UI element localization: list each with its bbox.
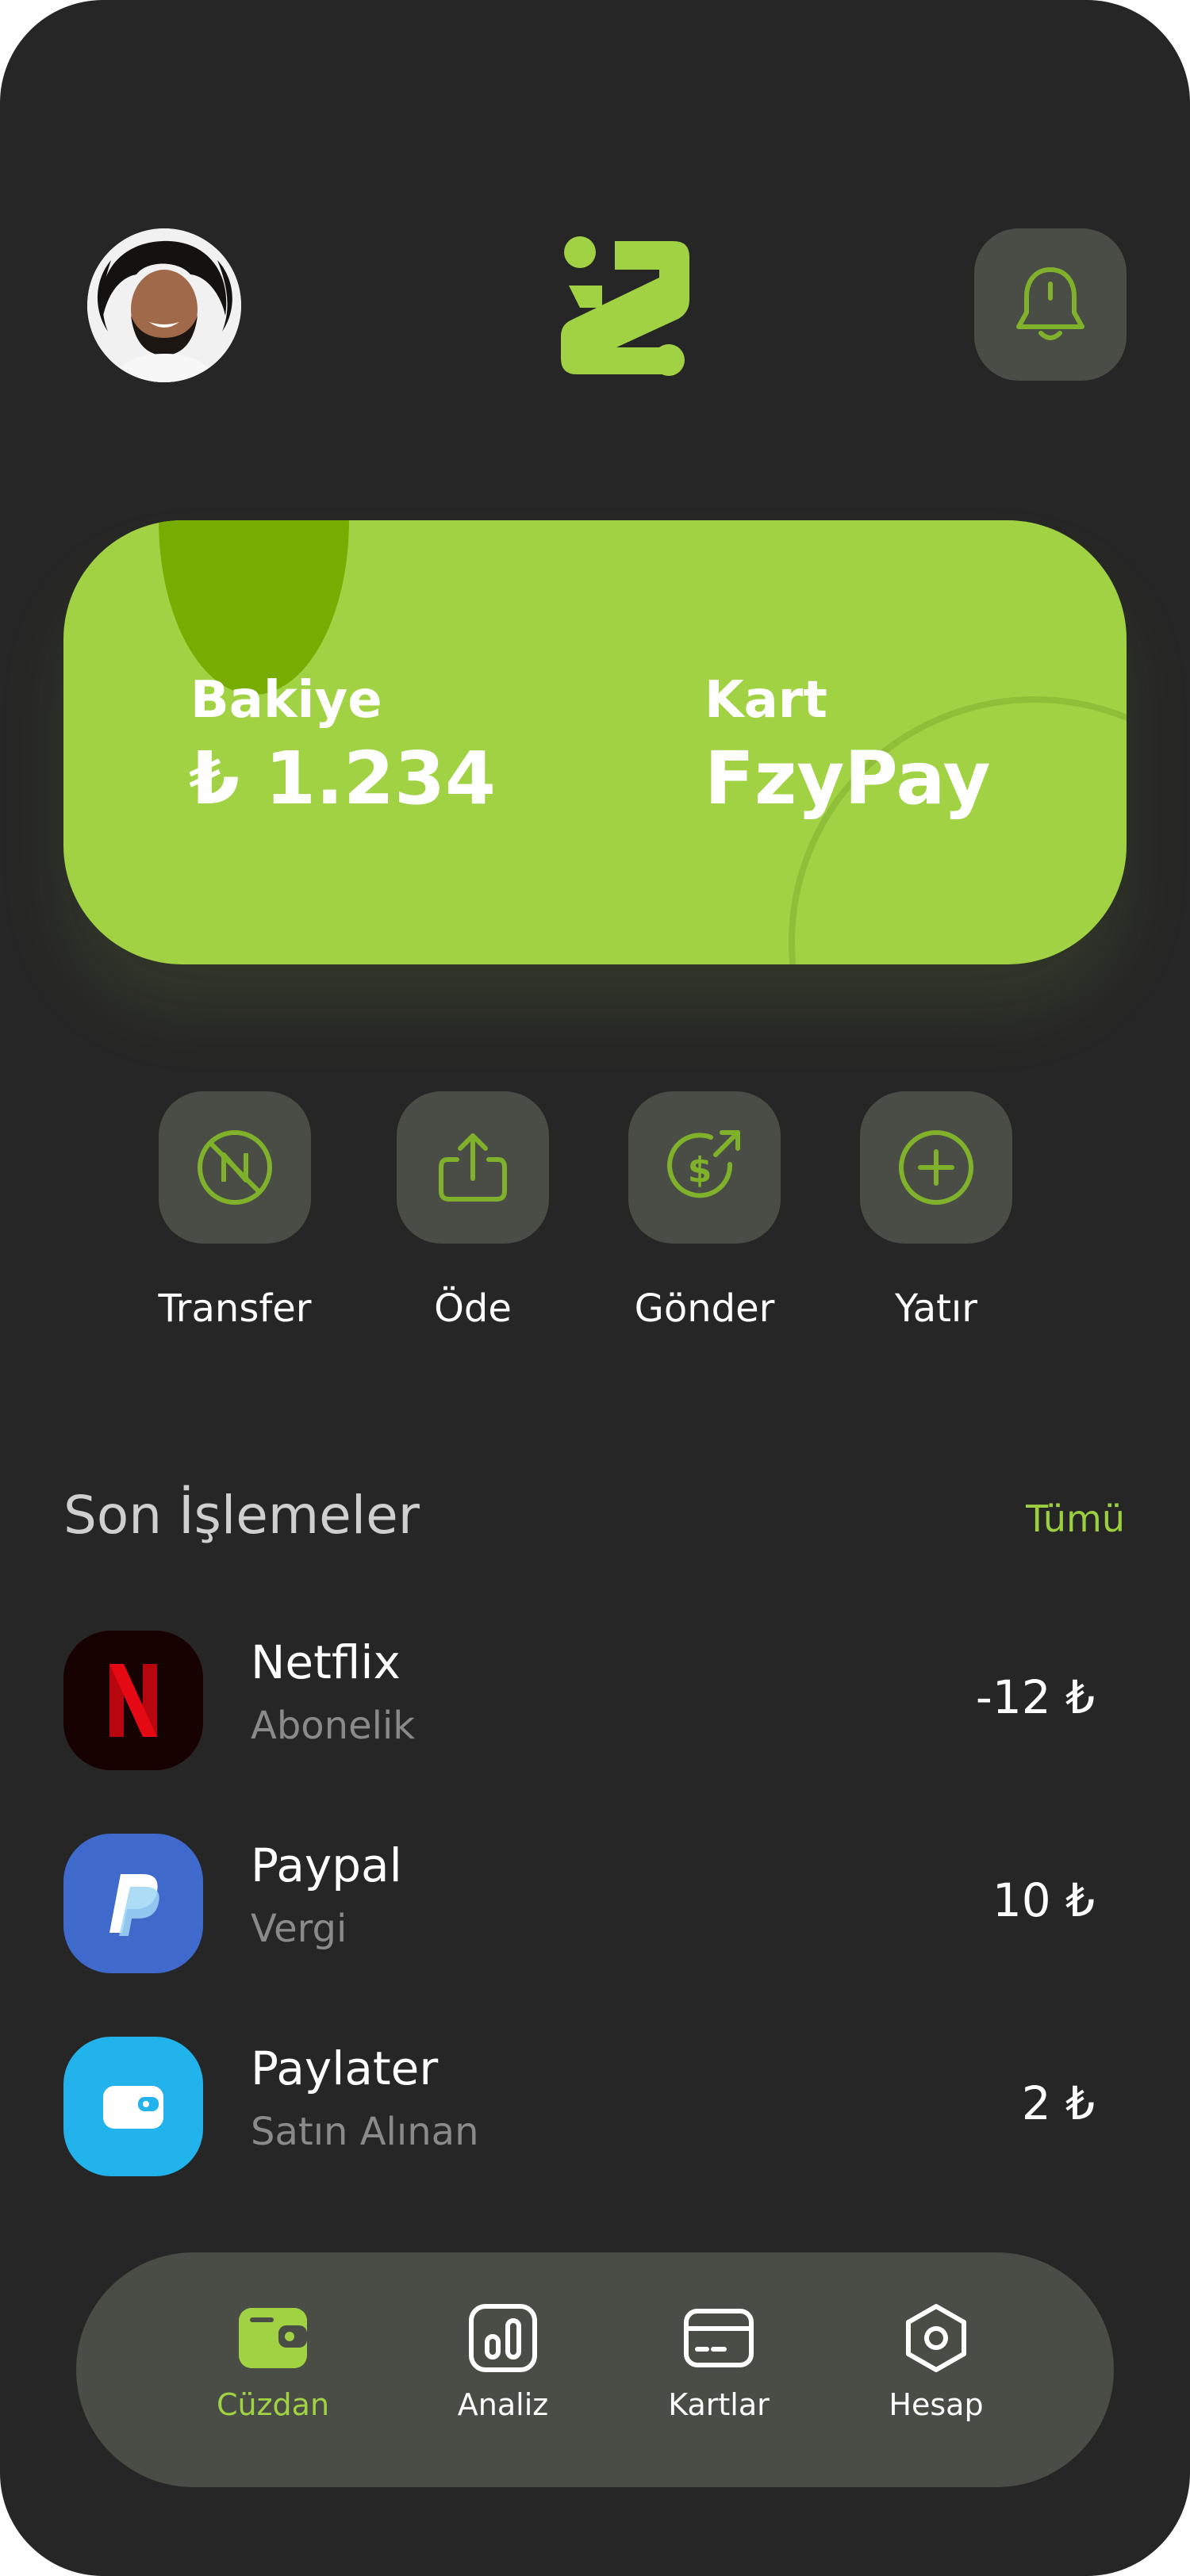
transaction-amount: 10 ₺ xyxy=(992,1873,1095,1927)
app-logo xyxy=(553,235,696,378)
transfer-button[interactable] xyxy=(159,1091,311,1244)
plus-icon xyxy=(899,1130,973,1205)
transfer-action[interactable]: Transfer xyxy=(155,1091,314,1331)
send-dollar-icon: $ xyxy=(667,1130,740,1198)
nav-label: Analiz xyxy=(457,2387,549,2422)
netflix-icon xyxy=(63,1631,203,1770)
card-name: FzyPay xyxy=(704,736,991,821)
send-action[interactable]: $ Gönder xyxy=(625,1091,784,1331)
transaction-amount: -12 ₺ xyxy=(975,1670,1095,1724)
card-decoration-blob xyxy=(159,520,349,695)
transaction-subtitle: Satın Alınan xyxy=(251,2110,479,2154)
avatar[interactable] xyxy=(87,228,241,382)
user-avatar-icon xyxy=(87,228,241,382)
nav-label: Hesap xyxy=(889,2387,984,2422)
nav-item-analytics[interactable]: Analiz xyxy=(424,2300,582,2422)
transaction-row[interactable]: Paypal Vergi 10 ₺ xyxy=(63,1834,1127,1976)
fzypay-logo-icon xyxy=(561,236,689,376)
section-title: Son İşlemeler xyxy=(63,1485,420,1546)
balance-card[interactable]: Bakiye ₺ 1.234 Kart FzyPay xyxy=(63,520,1127,964)
card-label: Kart xyxy=(704,671,827,730)
notifications-button[interactable] xyxy=(974,228,1127,381)
transaction-subtitle: Abonelik xyxy=(251,1704,416,1748)
transaction-amount: 2 ₺ xyxy=(1021,2076,1095,2130)
transfer-icon xyxy=(198,1130,272,1205)
bar-chart-icon xyxy=(469,2304,537,2372)
share-upload-icon xyxy=(439,1133,507,1202)
transaction-name: Netflix xyxy=(251,1635,401,1689)
paypal-icon xyxy=(63,1834,203,1973)
credit-card-icon xyxy=(684,2309,754,2367)
action-label: Öde xyxy=(434,1286,512,1331)
transaction-name: Paypal xyxy=(251,1838,402,1892)
nav-label: Kartlar xyxy=(668,2387,770,2422)
action-label: Gönder xyxy=(634,1286,775,1331)
nav-item-wallet[interactable]: Cüzdan xyxy=(194,2300,352,2422)
send-button[interactable]: $ xyxy=(628,1091,781,1244)
nav-label: Cüzdan xyxy=(216,2387,330,2422)
wallet-icon xyxy=(239,2308,307,2368)
transaction-row[interactable]: Paylater Satın Alınan 2 ₺ xyxy=(63,2037,1127,2179)
settings-hex-icon xyxy=(906,2304,966,2372)
see-all-link[interactable]: Tümü xyxy=(1026,1497,1125,1540)
pay-action[interactable]: Öde xyxy=(393,1091,552,1331)
balance-label: Bakiye xyxy=(190,671,382,730)
action-label: Transfer xyxy=(158,1286,312,1331)
deposit-action[interactable]: Yatır xyxy=(857,1091,1015,1331)
bottom-nav: Cüzdan Analiz Kartlar Hesap xyxy=(76,2252,1114,2487)
pay-button[interactable] xyxy=(397,1091,549,1244)
transaction-row[interactable]: Netflix Abonelik -12 ₺ xyxy=(63,1631,1127,1773)
nav-item-cards[interactable]: Kartlar xyxy=(639,2300,798,2422)
transaction-subtitle: Vergi xyxy=(251,1907,347,1951)
svg-text:$: $ xyxy=(688,1150,712,1190)
deposit-button[interactable] xyxy=(860,1091,1012,1244)
transaction-name: Paylater xyxy=(251,2041,439,2095)
phone-screen: Bakiye ₺ 1.234 Kart FzyPay Transfer Öde … xyxy=(0,0,1190,2576)
balance-value: ₺ 1.234 xyxy=(189,736,497,821)
quick-actions: Transfer Öde $ Gönder Yatır xyxy=(0,1091,1190,1345)
nav-item-account[interactable]: Hesap xyxy=(857,2300,1015,2422)
wallet-icon xyxy=(63,2037,203,2176)
action-label: Yatır xyxy=(894,1286,977,1331)
bell-icon xyxy=(1016,267,1084,340)
